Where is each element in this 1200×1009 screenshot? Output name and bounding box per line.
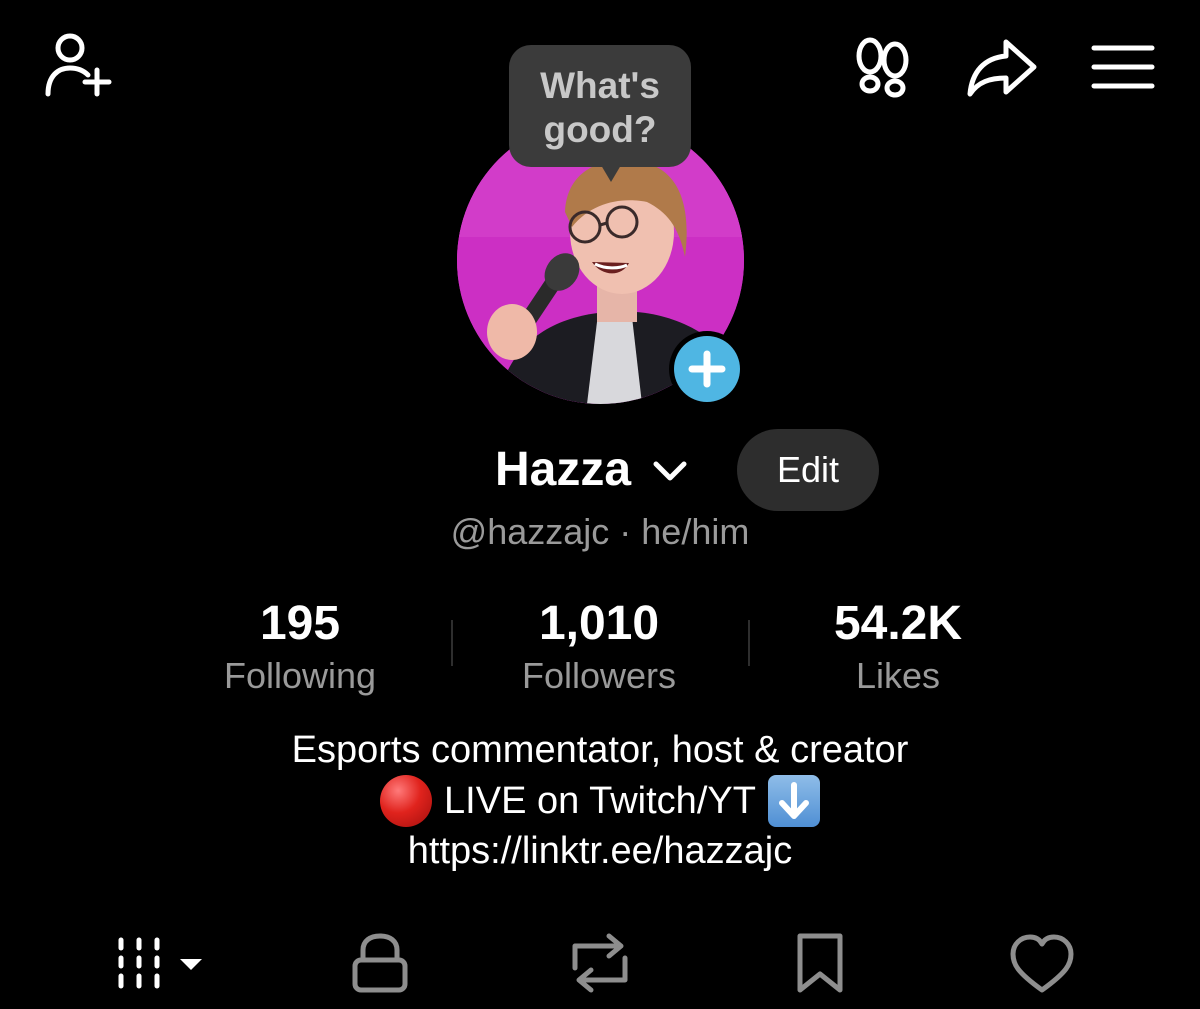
tab-liked[interactable] (987, 928, 1097, 998)
bio-line: LIVE on Twitch/YT (0, 775, 1200, 827)
stat-followers[interactable]: 1,010 Followers (449, 595, 749, 699)
add-story-button[interactable] (669, 331, 745, 407)
tab-private[interactable] (325, 928, 435, 998)
edit-button[interactable]: Edit (737, 429, 879, 511)
note-bubble-tail (598, 160, 624, 182)
note-line-2: good? (543, 109, 657, 150)
tab-reposts[interactable] (545, 928, 655, 998)
bookmark-icon (797, 933, 843, 993)
grid-videos-icon (118, 937, 202, 989)
repost-icon (572, 933, 628, 993)
stat-label: Followers (521, 655, 677, 696)
stat-likes[interactable]: 54.2K Likes (748, 595, 1048, 699)
red-circle-icon (380, 775, 433, 827)
bio-link[interactable]: https://linktr.ee/hazzajc (0, 826, 1200, 876)
stat-label: Following (223, 655, 377, 696)
down-arrow-icon (767, 775, 820, 827)
stat-value: 1,010 (538, 597, 660, 650)
bio-line: Esports commentator, host & creator (291, 729, 909, 771)
tab-favorites[interactable] (765, 928, 875, 998)
lock-icon (352, 933, 408, 993)
note-line-1: What's (540, 65, 660, 106)
stat-following[interactable]: 195 Following (150, 595, 450, 699)
stat-label: Likes (855, 655, 941, 696)
menu-icon[interactable] (1088, 40, 1158, 96)
handle-and-pronouns: @hazzajc · he/him (450, 511, 750, 552)
stat-value: 54.2K (833, 597, 963, 650)
chevron-down-icon[interactable] (650, 454, 690, 488)
add-friend-icon[interactable] (38, 30, 118, 100)
bio-live-text: LIVE on Twitch/YT (444, 780, 756, 822)
note-bubble[interactable]: What's good? (509, 45, 691, 167)
tab-videos[interactable] (110, 928, 220, 998)
plus-icon (688, 350, 726, 388)
footprints-icon[interactable] (850, 36, 916, 98)
stat-value: 195 (259, 597, 341, 650)
display-name[interactable]: Hazza (495, 440, 631, 500)
share-icon[interactable] (962, 36, 1042, 98)
heart-icon (1010, 934, 1074, 993)
